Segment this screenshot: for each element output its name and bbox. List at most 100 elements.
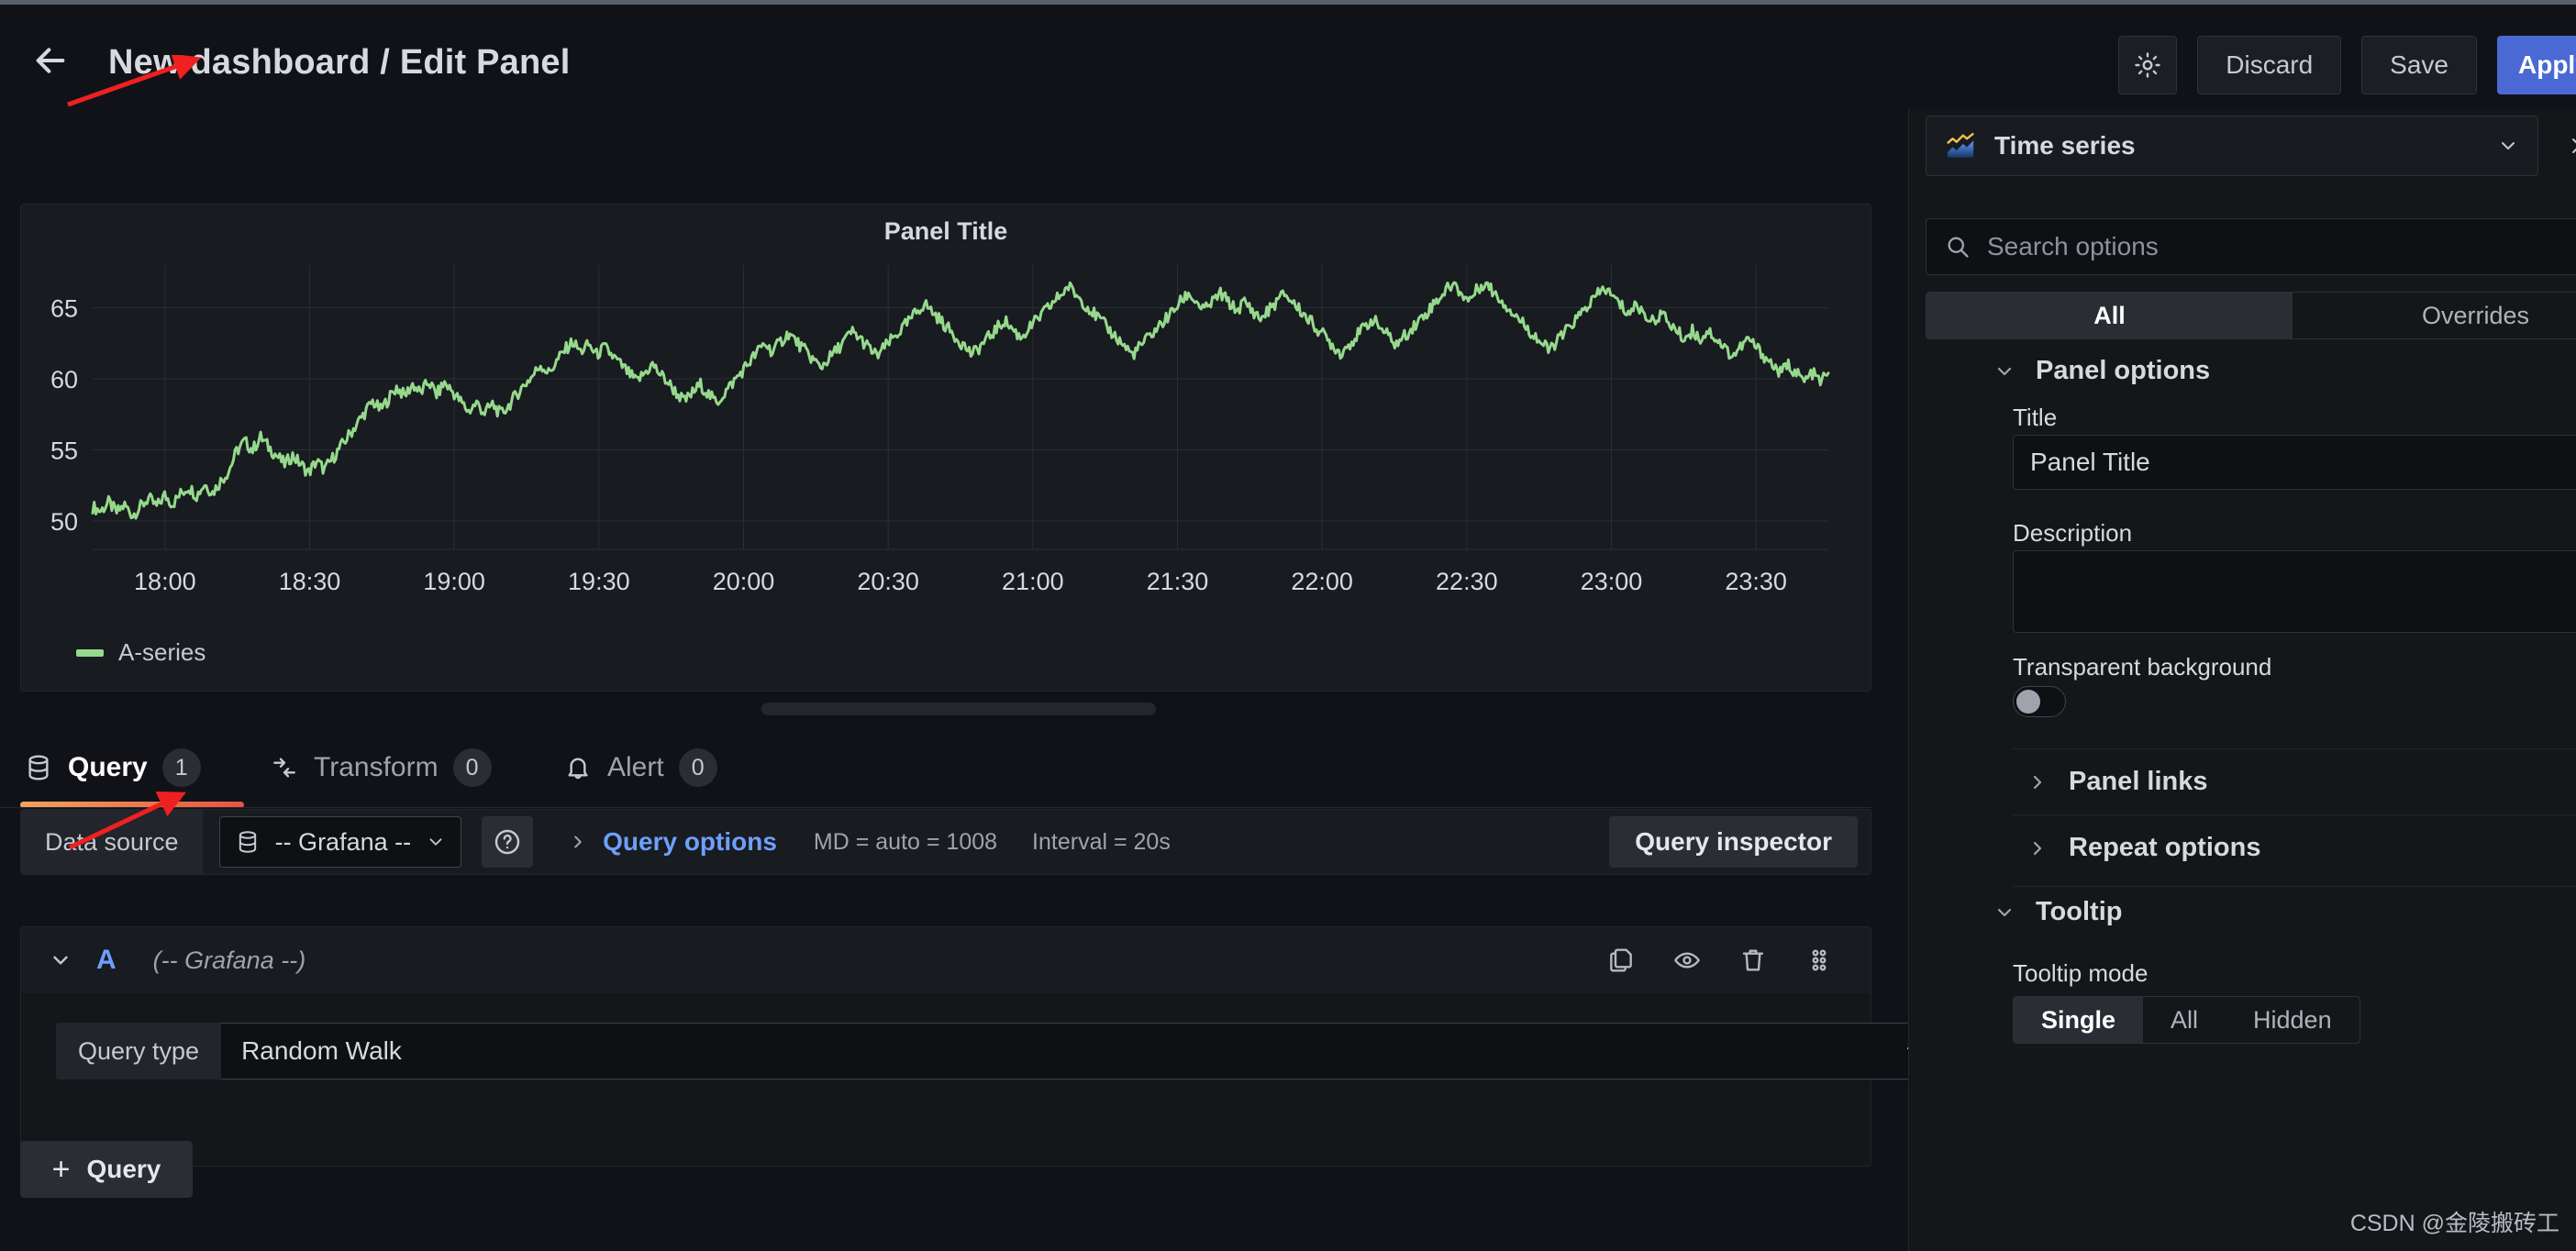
datasource-picker[interactable]: -- Grafana -- [218, 816, 462, 868]
tab-query[interactable]: Query 1 [20, 734, 205, 802]
section-panel-options[interactable]: Panel options [1993, 356, 2210, 386]
bell-icon [568, 758, 588, 780]
svg-text:20:00: 20:00 [713, 568, 775, 595]
drag-handle-icon [1812, 949, 1827, 971]
tab-alert-count: 0 [678, 748, 717, 787]
transparent-background-switch[interactable] [2013, 686, 2066, 717]
chevron-down-icon [1997, 367, 2012, 375]
panel-preview: Panel Title 50 55 60 65 18:00 18:30 19:00 19:30… [20, 204, 1871, 692]
add-query-label: Query [86, 1155, 161, 1183]
tooltip-mode-hidden[interactable]: Hidden [2226, 997, 2359, 1043]
tab-overrides[interactable]: Overrides [2293, 293, 2576, 338]
svg-text:22:30: 22:30 [1436, 568, 1498, 595]
query-options-label: Query options [603, 827, 777, 856]
timeseries-icon [1947, 132, 1974, 158]
visualization-picker[interactable]: Time series [1926, 116, 2538, 176]
section-panel-links[interactable]: Panel links [2026, 767, 2208, 797]
tab-query-count: 1 [161, 748, 201, 787]
trash-icon [1742, 949, 1764, 971]
datasource-selected-value: -- Grafana -- [274, 827, 412, 856]
copy-icon [1610, 948, 1632, 972]
panel-title-field[interactable] [2013, 435, 2576, 490]
tab-alert[interactable]: Alert 0 [560, 734, 721, 802]
query-editor-a: A (-- Grafana --) Query type Random Walk [20, 926, 1947, 1167]
chevron-down-icon [2502, 142, 2515, 149]
gear-icon [2135, 52, 2160, 78]
search-icon [1948, 237, 1969, 258]
hide-query-button[interactable] [1671, 944, 1704, 977]
reorder-query-handle[interactable] [1803, 944, 1836, 977]
query-inspector-button[interactable]: Query inspector [1609, 816, 1858, 868]
edit-panel-screen: New dashboard / Edit Panel Discard Save … [0, 0, 2576, 1251]
section-repeat-options[interactable]: Repeat options [2026, 833, 2260, 863]
datasource-help-button[interactable] [482, 816, 534, 868]
search-options-input[interactable] [1987, 232, 2576, 261]
question-circle-icon [494, 829, 520, 855]
title-field-label: Title [2013, 404, 2058, 431]
query-row-actions [1604, 944, 1836, 977]
chevron-right-icon [2033, 841, 2042, 855]
datasource-row: Data source -- Grafana -- Query options … [20, 809, 1871, 875]
collapse-options-pane-button[interactable] [2565, 116, 2576, 176]
tooltip-mode-all[interactable]: All [2143, 997, 2226, 1043]
query-type-label: Query type [56, 1023, 222, 1079]
plus-icon: + [51, 1152, 71, 1187]
chevron-right-icon [2033, 775, 2042, 789]
svg-text:60: 60 [50, 366, 78, 393]
remove-query-button[interactable] [1737, 944, 1770, 977]
max-data-points-text: MD = auto = 1008 [813, 828, 998, 855]
header-actions: Discard Save Apply [2118, 36, 2576, 94]
apply-button[interactable]: Apply [2497, 36, 2576, 94]
svg-text:65: 65 [50, 295, 78, 323]
timeseries-plot[interactable]: 50 55 60 65 18:00 18:30 19:00 19:30 20:00 20:30 21… [21, 256, 1872, 634]
database-icon [28, 755, 49, 780]
svg-text:21:30: 21:30 [1147, 568, 1209, 595]
description-field-label: Description [2013, 519, 2133, 547]
transform-icon [273, 758, 295, 778]
section-panel-links-title: Panel links [2069, 767, 2208, 796]
search-options-field[interactable] [1926, 218, 2576, 275]
chevron-right-icon [574, 836, 582, 848]
svg-text:23:00: 23:00 [1581, 568, 1643, 595]
section-tooltip[interactable]: Tooltip [1993, 897, 2122, 927]
svg-text:19:00: 19:00 [423, 568, 485, 595]
tab-alert-label: Alert [607, 752, 664, 782]
query-editor-header: A (-- Grafana --) [21, 927, 1871, 993]
back-arrow-icon[interactable] [29, 39, 72, 82]
eye-icon [1674, 952, 1700, 969]
section-panel-options-title: Panel options [2036, 356, 2211, 385]
panel-resize-handle[interactable] [761, 703, 1156, 715]
query-type-select[interactable]: Random Walk [221, 1023, 1947, 1079]
duplicate-query-button[interactable] [1604, 944, 1638, 977]
svg-text:18:30: 18:30 [279, 568, 341, 595]
svg-text:20:30: 20:30 [857, 568, 919, 595]
chevron-down-icon [429, 838, 442, 846]
save-button[interactable]: Save [2361, 36, 2477, 94]
panel-description-input[interactable] [2030, 560, 2576, 619]
query-ref-id[interactable]: A [96, 945, 117, 976]
dashboard-settings-button[interactable] [2118, 36, 2178, 94]
legend-series-label: A-series [118, 638, 206, 666]
discard-button[interactable]: Discard [2197, 36, 2342, 94]
panel-description-field[interactable] [2013, 550, 2576, 633]
tab-transform-label: Transform [314, 752, 439, 782]
section-repeat-options-title: Repeat options [2069, 833, 2261, 862]
tab-all-options[interactable]: All [1926, 293, 2293, 338]
tab-transform[interactable]: Transform 0 [266, 734, 495, 802]
query-type-value: Random Walk [241, 1036, 402, 1065]
svg-text:22:00: 22:00 [1291, 568, 1353, 595]
section-tooltip-title: Tooltip [2036, 897, 2123, 926]
options-divider-1 [2013, 748, 2576, 749]
tooltip-mode-segmented: Single All Hidden [2013, 996, 2360, 1044]
tooltip-mode-single[interactable]: Single [2014, 997, 2144, 1043]
panel-preview-title: Panel Title [883, 217, 1008, 245]
panel-legend: A-series [76, 638, 205, 667]
add-query-button[interactable]: + Query [20, 1141, 193, 1198]
query-options-toggle[interactable]: Query options [568, 827, 777, 857]
transparent-background-label: Transparent background [2013, 653, 2272, 681]
options-scope-tabs: All Overrides [1926, 292, 2576, 339]
panel-title-input[interactable] [2030, 448, 2576, 477]
page-title: New dashboard / Edit Panel [108, 43, 571, 82]
chevron-down-icon[interactable] [49, 948, 72, 972]
svg-text:19:30: 19:30 [568, 568, 630, 595]
